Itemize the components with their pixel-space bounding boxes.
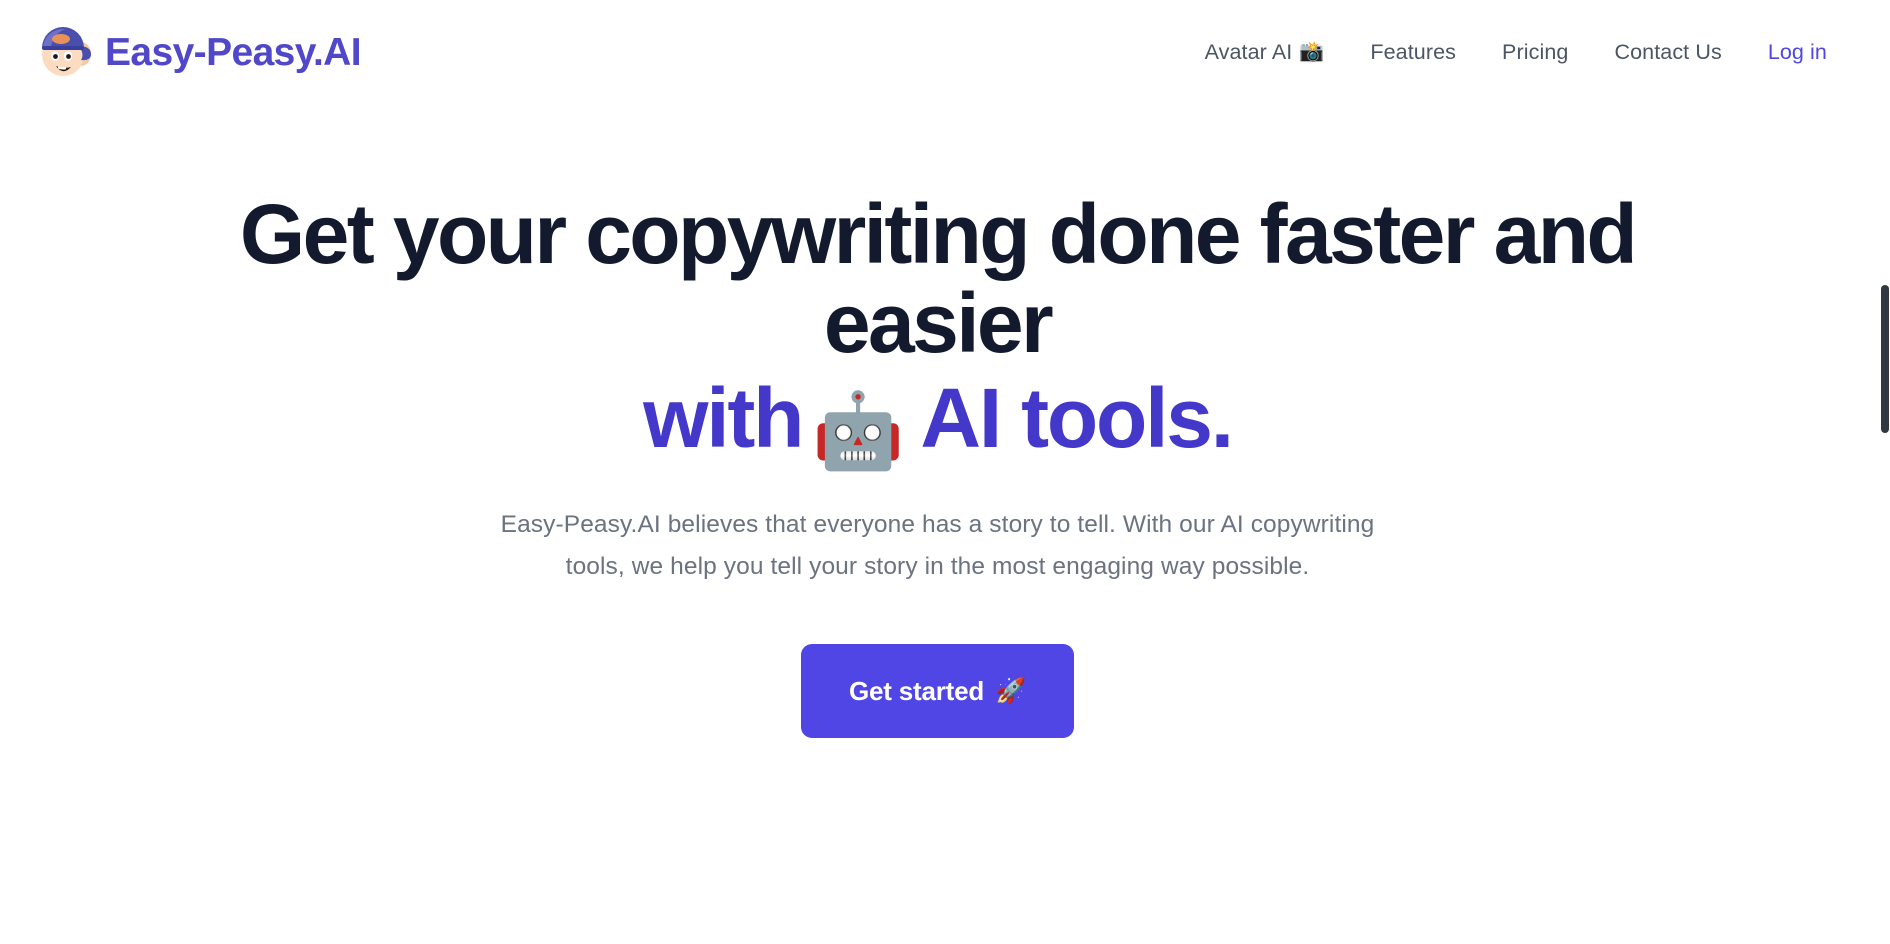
primary-navigation: Avatar AI 📸 Features Pricing Contact Us …: [1182, 32, 1841, 73]
nav-item-avatar-ai-label: Avatar AI: [1204, 39, 1293, 64]
hero-accent-prefix: with: [643, 371, 804, 466]
camera-with-flash-icon: 📸: [1299, 41, 1325, 63]
nav-item-avatar-ai[interactable]: Avatar AI 📸: [1182, 32, 1348, 73]
page-scrollbar-track[interactable]: [1875, 0, 1890, 944]
get-started-button-label: Get started: [849, 675, 985, 706]
brand-logo-link[interactable]: Easy-Peasy.AI: [34, 21, 362, 83]
hero-section: Get your copywriting done faster and eas…: [0, 104, 1875, 739]
hero-heading-accent-line: with 🤖 AI tools.: [128, 374, 1748, 468]
get-started-button[interactable]: Get started 🚀: [801, 644, 1074, 739]
nav-item-features-label: Features: [1370, 39, 1457, 64]
nav-item-contact-us-label: Contact Us: [1614, 39, 1722, 64]
hero-heading-line-2: easier: [823, 276, 1054, 371]
hero-heading: Get your copywriting done faster and eas…: [128, 187, 1748, 468]
nav-item-contact-us[interactable]: Contact Us: [1591, 32, 1744, 73]
hero-subtitle: Easy-Peasy.AI believes that everyone has…: [500, 510, 1375, 581]
nav-item-features[interactable]: Features: [1347, 32, 1479, 73]
nav-item-log-in-label: Log in: [1767, 39, 1827, 64]
nav-item-pricing[interactable]: Pricing: [1479, 32, 1591, 73]
hero-cta-container: Get started 🚀: [801, 644, 1074, 739]
hero-heading-line-1: Get your copywriting done faster and: [239, 187, 1638, 281]
easy-peasy-face-logo-icon: [34, 21, 96, 83]
nav-item-pricing-label: Pricing: [1502, 39, 1569, 64]
hero-accent-suffix: AI tools.: [920, 371, 1234, 466]
rocket-icon: 🚀: [995, 676, 1026, 705]
page-scrollbar-thumb[interactable]: [1881, 285, 1889, 433]
site-header: Easy-Peasy.AI Avatar AI 📸 Features Prici…: [0, 0, 1875, 104]
robot-face-icon: 🤖: [812, 388, 905, 472]
brand-name-text: Easy-Peasy.AI: [105, 30, 362, 74]
nav-item-log-in[interactable]: Log in: [1745, 32, 1841, 73]
